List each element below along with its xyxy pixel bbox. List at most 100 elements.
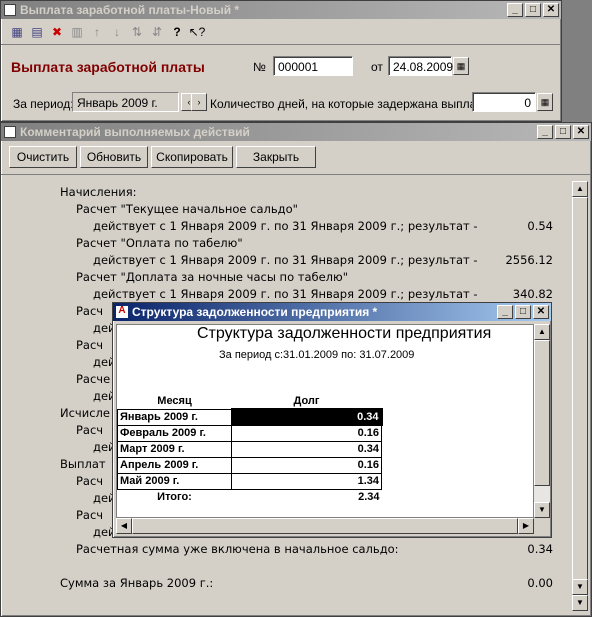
maximize-button[interactable]: □ <box>525 3 541 17</box>
report-scroll-left-arrow[interactable]: ◀ <box>116 518 132 534</box>
scroll-thumb[interactable] <box>572 197 588 595</box>
report-scroll-up-arrow[interactable]: ▲ <box>534 324 550 340</box>
log-line-value: 0.34 <box>527 542 553 556</box>
log-minimize-button[interactable]: _ <box>537 125 553 139</box>
number-field[interactable]: 000001 <box>273 56 353 76</box>
main-window: Выплата заработной платы-Новый * _ □ ✕ ▦… <box>0 0 562 122</box>
debt-cell[interactable]: 0.16 <box>231 456 382 474</box>
month-cell: Февраль 2009 г. <box>117 424 232 442</box>
table-row[interactable]: Апрель 2009 г. 0.16 <box>117 456 382 474</box>
log-line: Расчет "Доплата за ночные часы по табелю… <box>76 270 348 284</box>
total-value: 2.34 <box>358 491 380 504</box>
log-titlebar[interactable]: Комментарий выполняемых действий _ □ ✕ <box>1 123 591 141</box>
clear-button[interactable]: Очистить <box>9 146 77 168</box>
report-app-icon: A <box>116 306 128 318</box>
minimize-button[interactable]: _ <box>507 3 523 17</box>
log-line-value: 340.82 <box>512 287 553 301</box>
report-vertical-scrollbar[interactable]: ▲ ▼ <box>534 324 550 518</box>
month-cell: Май 2009 г. <box>117 472 232 490</box>
log-button-bar: Очистить Обновить Скопировать Закрыть <box>1 141 591 175</box>
report-minimize-button[interactable]: _ <box>497 305 513 319</box>
days-calc-button[interactable]: ▦ <box>537 93 553 111</box>
report-scroll-right-arrow[interactable]: ▶ <box>518 518 534 534</box>
report-scroll-thumb[interactable] <box>534 340 550 486</box>
copy-button[interactable]: Скопировать <box>151 146 233 168</box>
log-line: Расчет "Оплата по табелю" <box>76 236 243 250</box>
log-vertical-scrollbar[interactable]: ▲ ▼ ▼ <box>572 181 588 611</box>
debt-cell[interactable]: 0.16 <box>231 424 382 442</box>
total-label: Итого: <box>157 491 192 504</box>
context-help-icon[interactable]: ↖? <box>187 22 207 42</box>
move-up-icon[interactable]: ↑ <box>87 22 107 42</box>
log-close-button[interactable]: ✕ <box>573 125 589 139</box>
days-field[interactable]: 0 <box>472 92 536 112</box>
period-next-button[interactable]: › <box>191 93 207 111</box>
log-line: Расче <box>76 372 111 386</box>
main-titlebar[interactable]: Выплата заработной платы-Новый * _ □ ✕ <box>1 1 561 19</box>
month-column-header: Месяц <box>117 393 232 410</box>
date-field[interactable]: 24.08.2009 <box>388 56 453 76</box>
days-label: Количество дней, на которые задержана вы… <box>210 97 492 111</box>
log-line: Расчетная сумма уже включена в начальное… <box>76 542 399 556</box>
main-toolbar: ▦ ▤ ✖ ▥ ↑ ↓ ⇅ ⇵ ? ↖? <box>1 19 561 45</box>
log-line: Расч <box>76 423 104 437</box>
refresh-button[interactable]: Обновить <box>80 146 148 168</box>
log-line-value: 2556.12 <box>505 253 553 267</box>
debt-column-header: Долг <box>231 393 382 410</box>
close-log-button[interactable]: Закрыть <box>236 146 316 168</box>
report-window: A Структура задолженности предприятия * … <box>112 302 552 538</box>
log-line: Расчет "Текущее начальное сальдо" <box>76 202 298 216</box>
report-window-title: Структура задолженности предприятия * <box>132 305 378 319</box>
report-scroll-down-arrow[interactable]: ▼ <box>534 502 550 518</box>
copy-row-icon[interactable]: ▤ <box>27 22 47 42</box>
document-icon <box>4 4 16 16</box>
month-cell: Апрель 2009 г. <box>117 456 232 474</box>
report-hscroll-thumb[interactable] <box>132 518 518 534</box>
table-row[interactable]: Май 2009 г. 1.34 <box>117 472 382 490</box>
log-line: действует с 1 Января 2009 г. по 31 Январ… <box>93 253 478 267</box>
log-line: действует с 1 Января 2009 г. по 31 Январ… <box>93 219 478 233</box>
table-row[interactable]: Март 2009 г. 0.34 <box>117 440 382 458</box>
scroll-down-arrow-2[interactable]: ▼ <box>572 595 588 611</box>
scroll-down-arrow[interactable]: ▼ <box>572 579 588 595</box>
scroll-up-arrow[interactable]: ▲ <box>572 181 588 197</box>
edit-row-icon[interactable]: ▥ <box>67 22 87 42</box>
table-row[interactable]: Январь 2009 г. 0.34 <box>117 408 383 426</box>
log-line: Расч <box>76 304 104 318</box>
move-down-icon[interactable]: ↓ <box>107 22 127 42</box>
debt-cell[interactable]: 1.34 <box>231 472 382 490</box>
doc-title: Выплата заработной платы <box>11 59 205 75</box>
debt-cell-selected[interactable]: 0.34 <box>230 408 383 426</box>
table-row[interactable]: Февраль 2009 г. 0.16 <box>117 424 382 442</box>
number-label: № <box>253 60 266 74</box>
period-field[interactable]: Январь 2009 г. <box>72 92 179 112</box>
report-heading: Структура задолженности предприятия <box>197 325 492 342</box>
sort-asc-icon[interactable]: ⇅ <box>127 22 147 42</box>
total-row: Итого: 2.34 <box>118 489 382 505</box>
log-line: действует с 1 Января 2009 г. по 31 Январ… <box>93 287 478 301</box>
report-close-button[interactable]: ✕ <box>533 305 549 319</box>
log-window-title: Комментарий выполняемых действий <box>20 125 250 139</box>
new-row-icon[interactable]: ▦ <box>7 22 27 42</box>
log-maximize-button[interactable]: □ <box>555 125 571 139</box>
log-line-value: 0.00 <box>527 576 553 590</box>
debt-table: Месяц Долг Январь 2009 г. 0.34 Февраль 2… <box>117 393 383 505</box>
log-line: Расч <box>76 474 104 488</box>
report-canvas: Структура задолженности предприятия За п… <box>116 324 534 518</box>
calendar-button[interactable]: ▦ <box>453 57 469 75</box>
period-label: За период: <box>13 97 74 111</box>
report-titlebar[interactable]: A Структура задолженности предприятия * … <box>113 303 551 321</box>
main-window-title: Выплата заработной платы-Новый * <box>20 3 240 17</box>
month-cell: Январь 2009 г. <box>117 408 232 426</box>
month-cell: Март 2009 г. <box>117 440 232 458</box>
sort-desc-icon[interactable]: ⇵ <box>147 22 167 42</box>
help-icon[interactable]: ? <box>167 22 187 42</box>
report-horizontal-scrollbar[interactable]: ◀ ▶ <box>116 518 534 534</box>
report-maximize-button[interactable]: □ <box>515 305 531 319</box>
date-label: от <box>371 60 383 74</box>
debt-cell[interactable]: 0.34 <box>231 440 382 458</box>
log-window-icon <box>4 126 16 138</box>
delete-row-icon[interactable]: ✖ <box>47 22 67 42</box>
report-period: За период с:31.01.2009 по: 31.07.2009 <box>219 349 415 361</box>
close-button[interactable]: ✕ <box>543 3 559 17</box>
